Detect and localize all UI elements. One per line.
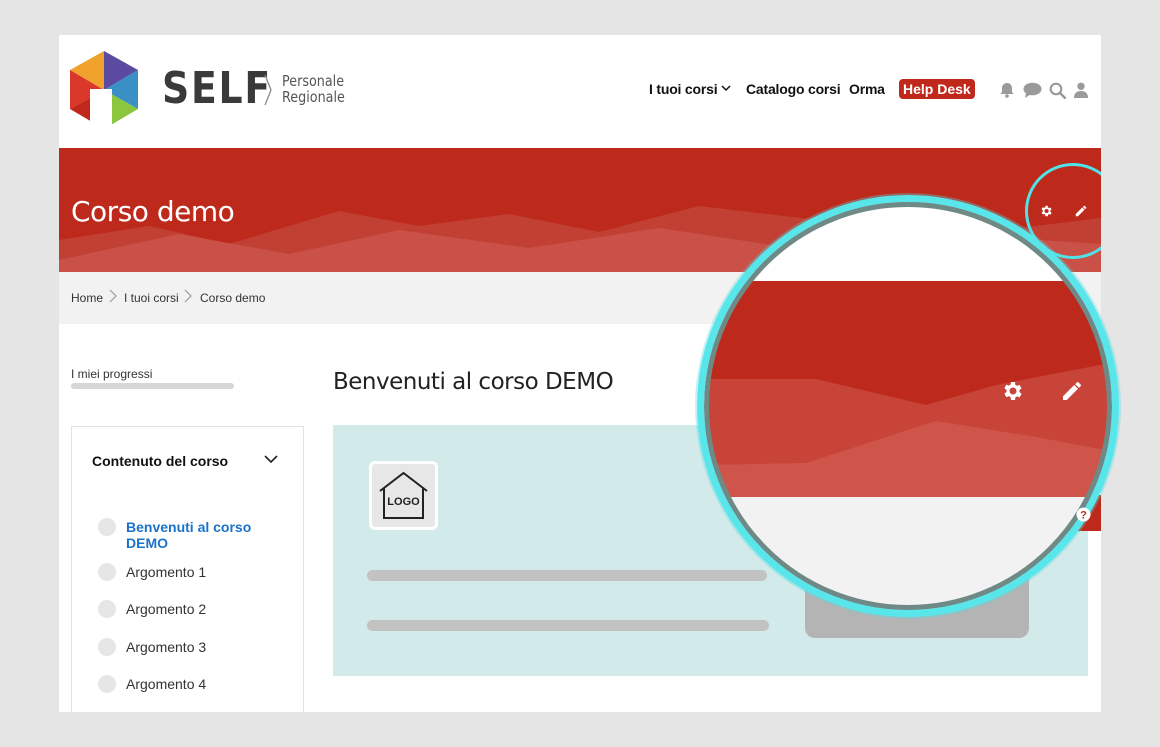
course-index: Contenuto del corso Benvenuti al corso D… [71, 426, 304, 712]
brand-name: SELF [162, 63, 272, 114]
completion-circle-icon[interactable] [98, 563, 116, 581]
chevron-right-icon [184, 289, 192, 303]
search-icon[interactable] [1049, 82, 1066, 99]
chat-icon[interactable] [1023, 82, 1042, 98]
brand-separator-icon [264, 74, 272, 106]
self-logo-icon[interactable] [70, 51, 138, 129]
section-title: Benvenuti al corso DEMO [333, 369, 614, 395]
breadcrumb-home[interactable]: Home [71, 291, 103, 305]
bell-icon[interactable] [999, 82, 1015, 98]
completion-circle-icon[interactable] [98, 675, 116, 693]
completion-circle-icon[interactable] [98, 518, 116, 536]
house-logo-icon: LOGO [379, 471, 428, 519]
progress-bar [71, 383, 234, 389]
nav-orma[interactable]: Orma [849, 81, 885, 97]
course-index-item-label: Argomento 4 [126, 676, 207, 692]
logo-text: LOGO [387, 496, 420, 508]
course-title: Corso demo [71, 195, 235, 228]
site-header: SELF Personale Regionale I tuoi corsi Ca… [59, 35, 1101, 148]
magnifier-ring [697, 195, 1119, 617]
breadcrumb-current: Corso demo [200, 291, 266, 305]
placeholder-line [367, 620, 769, 631]
nav-my-courses-label: I tuoi corsi [649, 81, 718, 97]
user-icon[interactable] [1074, 82, 1088, 98]
course-index-item-label: Argomento 2 [126, 601, 207, 617]
course-index-item-label: Benvenuti al corso DEMO [126, 519, 252, 551]
chevron-down-icon[interactable] [264, 455, 278, 464]
brand-subtitle: Personale Regionale [282, 73, 345, 105]
nav-my-courses[interactable]: I tuoi corsi [649, 81, 731, 97]
nav-catalog[interactable]: Catalogo corsi [746, 81, 841, 97]
completion-circle-icon[interactable] [98, 600, 116, 618]
brand-subtitle-line2: Regionale [282, 88, 345, 106]
chevron-right-icon [109, 289, 117, 303]
course-logo: LOGO [369, 461, 438, 530]
chevron-down-icon [721, 85, 731, 92]
brand-subtitle-line1: Personale [282, 72, 345, 90]
svg-text:?: ? [1080, 510, 1087, 522]
progress-label: I miei progressi [71, 367, 153, 381]
help-question-icon[interactable]: ? [1076, 507, 1091, 522]
placeholder-line [367, 570, 767, 581]
helpdesk-button[interactable]: Help Desk [899, 79, 975, 99]
course-index-item-label: Argomento 3 [126, 639, 207, 655]
course-index-item-label: Argomento 1 [126, 564, 207, 580]
completion-circle-icon[interactable] [98, 638, 116, 656]
course-index-title[interactable]: Contenuto del corso [92, 453, 228, 469]
breadcrumb-my-courses[interactable]: I tuoi corsi [124, 291, 179, 305]
